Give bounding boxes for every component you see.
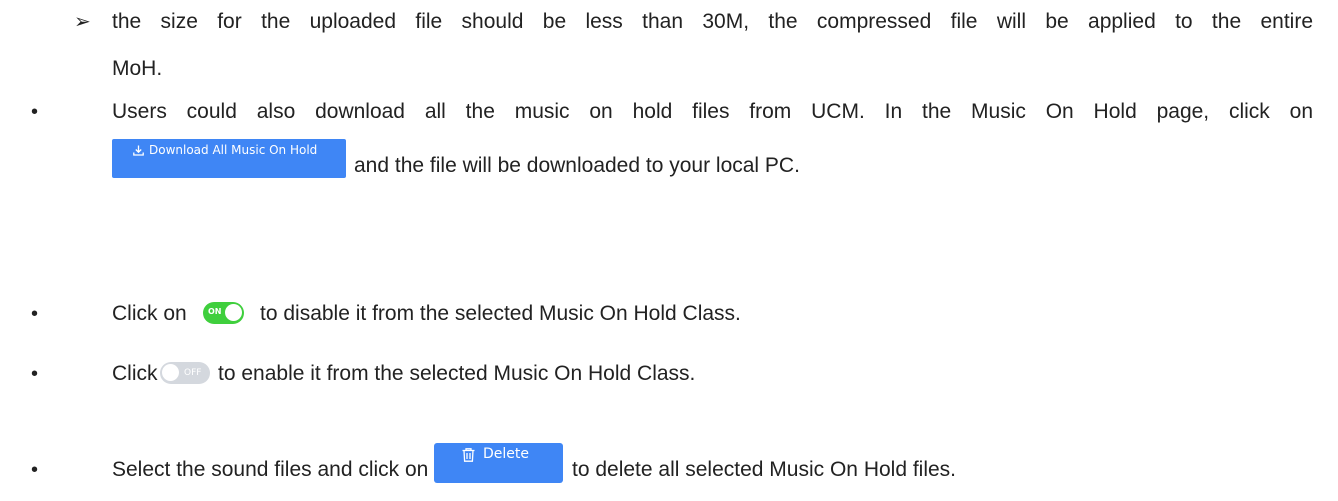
on-toggle-label: ON: [208, 307, 222, 316]
upload-size-note-line1: the size for the uploaded file should be…: [112, 10, 1313, 33]
download-icon: [133, 145, 144, 156]
arrow-bullet-icon: ➢: [74, 11, 91, 33]
bullet-marker: •: [31, 303, 39, 325]
download-instructions-line2: and the file will be downloaded to your …: [354, 154, 800, 177]
on-toggle-switch[interactable]: ON: [203, 302, 244, 324]
download-instructions-line1: Users could also download all the music …: [112, 100, 1313, 123]
toggle-knob: [225, 304, 242, 321]
disable-text-after: to disable it from the selected Music On…: [260, 302, 741, 325]
upload-size-note-line2: MoH.: [112, 57, 163, 80]
enable-text-after: to enable it from the selected Music On …: [218, 362, 696, 385]
download-all-button-label: Download All Music On Hold: [149, 143, 318, 157]
delete-text-after: to delete all selected Music On Hold fil…: [572, 458, 957, 481]
off-toggle-label: OFF: [184, 368, 202, 378]
bullet-marker: •: [31, 101, 39, 123]
off-toggle-switch[interactable]: OFF: [160, 362, 210, 384]
disable-text-before: Click on: [112, 302, 187, 325]
delete-button[interactable]: Delete: [434, 443, 563, 483]
download-all-music-on-hold-button[interactable]: Download All Music On Hold: [112, 139, 346, 178]
delete-text-before: Select the sound files and click on: [112, 458, 429, 481]
bullet-marker: •: [31, 363, 39, 385]
bullet-marker: •: [31, 459, 39, 481]
delete-button-label: Delete: [483, 446, 529, 462]
toggle-knob: [162, 364, 179, 381]
trash-icon: [462, 448, 475, 462]
